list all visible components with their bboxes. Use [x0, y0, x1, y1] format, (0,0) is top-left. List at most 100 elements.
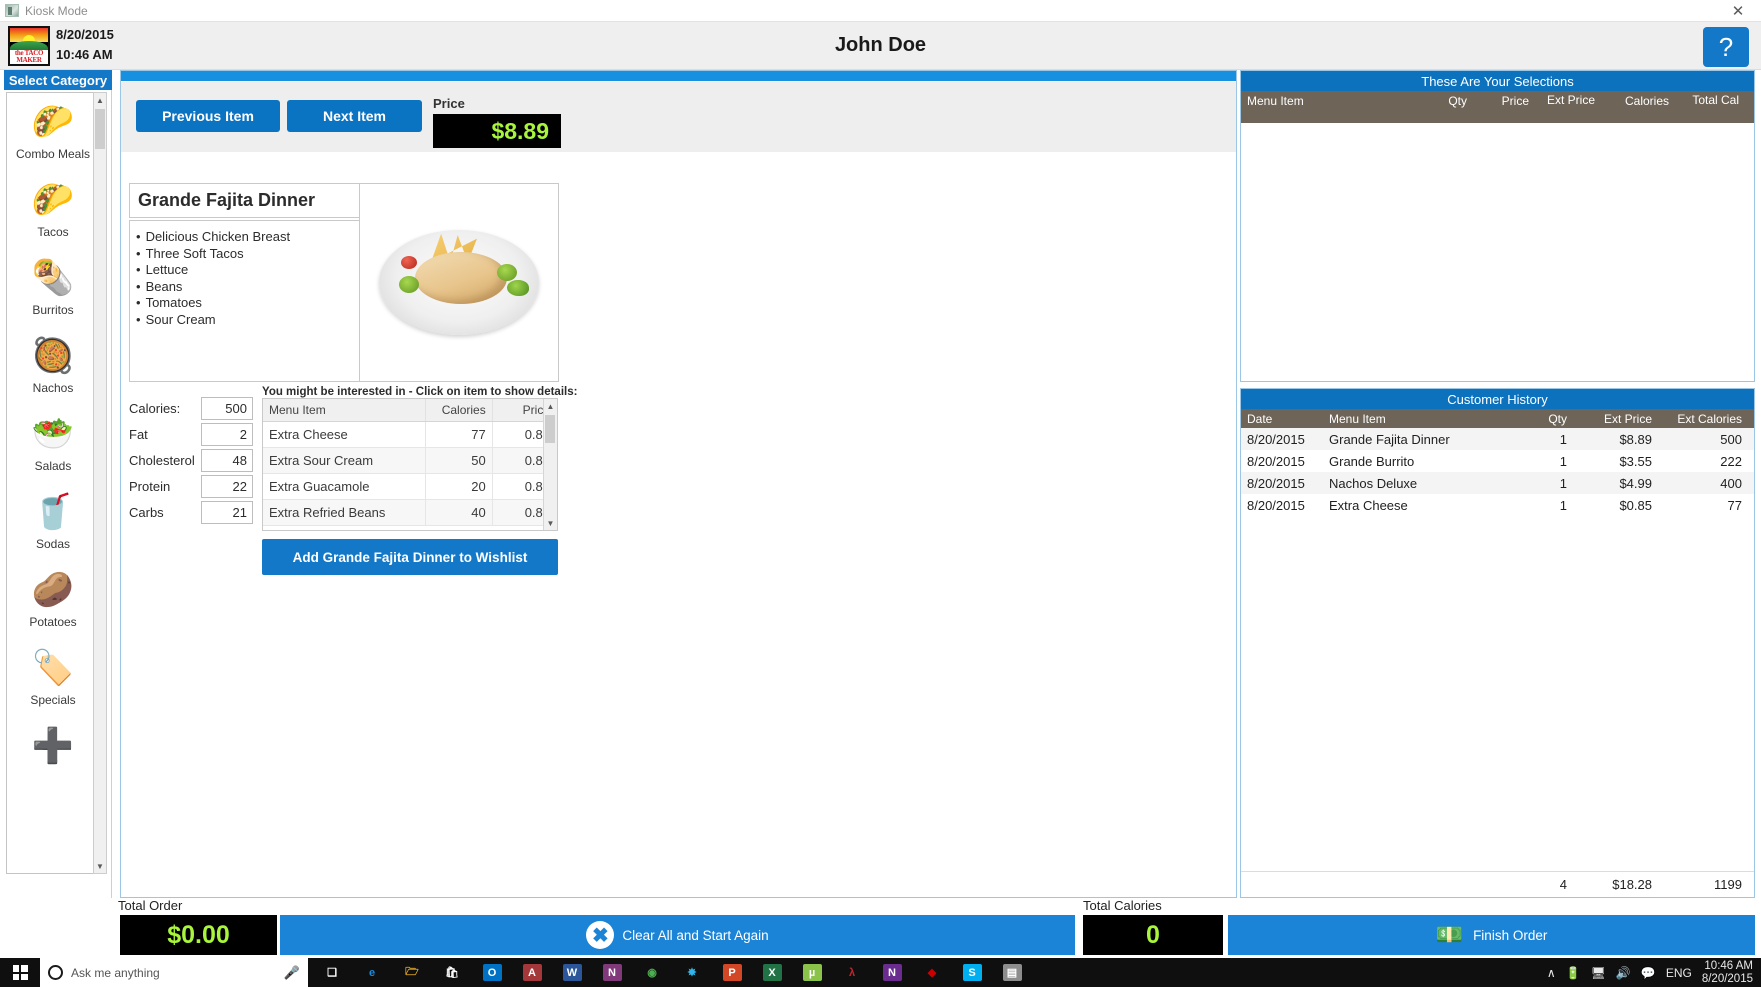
scroll-thumb[interactable] [545, 415, 555, 443]
suggestions-hint: You might be interested in - Click on it… [262, 386, 578, 398]
protein-field[interactable]: 22 [201, 475, 253, 498]
outlook-icon[interactable]: O [472, 958, 512, 987]
battery-icon[interactable]: 🔋 [1566, 966, 1581, 980]
powerpoint-icon[interactable]: P [712, 958, 752, 987]
sidebar-item-label: Specials [30, 693, 76, 707]
suggestions-scrollbar[interactable]: ▲ ▼ [543, 399, 557, 530]
table-row[interactable]: Extra Sour Cream 50 0.85 [263, 447, 558, 474]
carbs-field[interactable]: 21 [201, 501, 253, 524]
search-placeholder: Ask me anything [71, 965, 160, 980]
window-title: Kiosk Mode [25, 3, 88, 18]
sidebar-item-more[interactable]: ➕ [7, 717, 97, 795]
sidebar-item-nachos[interactable]: 🥘 Nachos [7, 327, 97, 405]
add-to-wishlist-button[interactable]: Add Grande Fajita Dinner to Wishlist [262, 539, 558, 575]
onenote-icon[interactable]: N [592, 958, 632, 987]
windows-taskbar: Ask me anything 🎤 ❑ e 🗁 🛍 O A W N ◉ ✸ P Xµ λ N ◆ S ▤ ∧ 🔋… [0, 958, 1761, 987]
nutrition-fields: Calories: 500 Fat 2 Cholesterol 48 Prote… [129, 396, 259, 526]
action-center-icon[interactable]: 💬 [1641, 966, 1656, 980]
volume-icon[interactable]: 🔊 [1616, 966, 1631, 980]
nutrition-row: Calories: 500 [129, 396, 259, 421]
trend-icon[interactable]: ◆ [912, 958, 952, 987]
network-icon[interactable]: 🖥 [1591, 966, 1606, 980]
table-row[interactable]: 8/20/2015 Extra Cheese 1 $0.85 77 [1241, 494, 1754, 516]
excel-icon-glyph: X [762, 964, 782, 981]
suggestions-table[interactable]: Menu Item Calories Price Extra Cheese 77… [263, 399, 558, 526]
chevron-up-icon[interactable]: ∧ [1547, 966, 1556, 980]
calories-field[interactable]: 500 [201, 397, 253, 420]
store-icon[interactable]: 🛍 [432, 958, 472, 987]
cell-ext-calories: 77 [1727, 497, 1742, 513]
sidebar-item-combo-meals[interactable]: 🌮 Combo Meals [7, 93, 97, 171]
fat-field[interactable]: 2 [201, 423, 253, 446]
total-calories-value: 0 [1083, 915, 1223, 955]
nachos-icon: 🥘 [31, 337, 75, 375]
col-calories: Calories [1624, 94, 1669, 108]
tacos-icon: 🌮 [31, 181, 75, 219]
item-nav-area: Previous Item Next Item Price $8.89 [121, 82, 1236, 152]
acrobat-icon[interactable]: λ [832, 958, 872, 987]
next-item-button[interactable]: Next Item [287, 100, 422, 132]
sidebar-item-tacos[interactable]: 🌮 Tacos [7, 171, 97, 249]
clear-all-button[interactable]: ✖ Clear All and Start Again [280, 915, 1075, 955]
table-row[interactable]: Extra Refried Beans 40 0.86 [263, 499, 558, 526]
task-view-icon[interactable]: ❑ [312, 958, 352, 987]
total-ext-calories: 1199 [1714, 877, 1742, 892]
salads-icon: 🥗 [31, 415, 75, 453]
cell-ext-calories: 222 [1720, 453, 1742, 469]
scroll-down-icon[interactable]: ▼ [544, 516, 557, 530]
outlook-icon-glyph: O [482, 964, 502, 981]
total-qty: 4 [1559, 877, 1567, 892]
table-row[interactable]: 8/20/2015 Nachos Deluxe 1 $4.99 400 [1241, 472, 1754, 494]
skype-icon[interactable]: S [952, 958, 992, 987]
burritos-icon: 🌯 [31, 259, 75, 297]
cholesterol-field[interactable]: 48 [201, 449, 253, 472]
sidebar-item-burritos[interactable]: 🌯 Burritos [7, 249, 97, 327]
category-scrollbar[interactable]: ▲ ▼ [93, 92, 107, 874]
chrome-icon[interactable]: ◉ [632, 958, 672, 987]
yammer-icon[interactable]: ✸ [672, 958, 712, 987]
category-list[interactable]: 🌮 Combo Meals 🌮 Tacos 🌯 Burritos 🥘 Nacho… [6, 92, 98, 874]
microphone-icon[interactable]: 🎤 [284, 965, 300, 981]
previous-item-button[interactable]: Previous Item [136, 100, 280, 132]
sidebar-item-potatoes[interactable]: 🥔 Potatoes [7, 561, 97, 639]
utorrent-icon[interactable]: µ [792, 958, 832, 987]
cell-ext-price: $8.89 [1619, 431, 1652, 447]
clock[interactable]: 10:46 AM 8/20/2015 [1702, 960, 1753, 986]
scroll-up-icon[interactable]: ▲ [544, 399, 557, 413]
search-input[interactable]: Ask me anything 🎤 [40, 958, 308, 987]
scroll-thumb[interactable] [95, 109, 105, 149]
app-header: the TACO MAKER 8/20/2015 10:46 AM John D… [0, 22, 1761, 70]
cell-qty: 1 [1559, 453, 1567, 469]
language-indicator[interactable]: ENG [1666, 966, 1692, 980]
price-display: $8.89 [433, 114, 561, 148]
sidebar-item-sodas[interactable]: 🥤 Sodas [7, 483, 97, 561]
cell-item: Grande Burrito [1329, 453, 1415, 469]
taskbar-apps[interactable]: ❑ e 🗁 🛍 O A W N ◉ ✸ P Xµ λ N ◆ S ▤ [312, 958, 1032, 987]
sidebar-item-specials[interactable]: 🏷️ Specials [7, 639, 97, 717]
cell-item: Nachos Deluxe [1329, 475, 1418, 491]
cell-calories: 20 [425, 473, 493, 500]
kiosk-app-icon[interactable]: ▤ [992, 958, 1032, 987]
start-button[interactable] [0, 958, 40, 987]
close-icon[interactable]: ✕ [1715, 0, 1761, 22]
table-row[interactable]: 8/20/2015 Grande Fajita Dinner 1 $8.89 5… [1241, 428, 1754, 450]
scroll-down-icon[interactable]: ▼ [94, 859, 106, 873]
sidebar-item-salads[interactable]: 🥗 Salads [7, 405, 97, 483]
nutrition-row: Fat 2 [129, 422, 259, 447]
word-icon[interactable]: W [552, 958, 592, 987]
list-item: Tomatoes [136, 295, 369, 312]
access-icon[interactable]: A [512, 958, 552, 987]
file-explorer-icon[interactable]: 🗁 [392, 958, 432, 987]
cell-ext-price: $3.55 [1619, 453, 1652, 469]
finish-order-button[interactable]: 💵 Finish Order [1228, 915, 1755, 955]
table-row[interactable]: Extra Guacamole 20 0.85 [263, 473, 558, 500]
table-row[interactable]: 8/20/2015 Grande Burrito 1 $3.55 222 [1241, 450, 1754, 472]
food-plate-illustration [379, 230, 539, 335]
chrome-icon-glyph: ◉ [642, 964, 662, 981]
table-row[interactable]: Extra Cheese 77 0.85 [263, 421, 558, 448]
edge-icon[interactable]: e [352, 958, 392, 987]
help-button[interactable]: ? [1703, 27, 1749, 67]
nx-icon[interactable]: N [872, 958, 912, 987]
scroll-up-icon[interactable]: ▲ [94, 93, 106, 107]
excel-icon[interactable]: X [752, 958, 792, 987]
